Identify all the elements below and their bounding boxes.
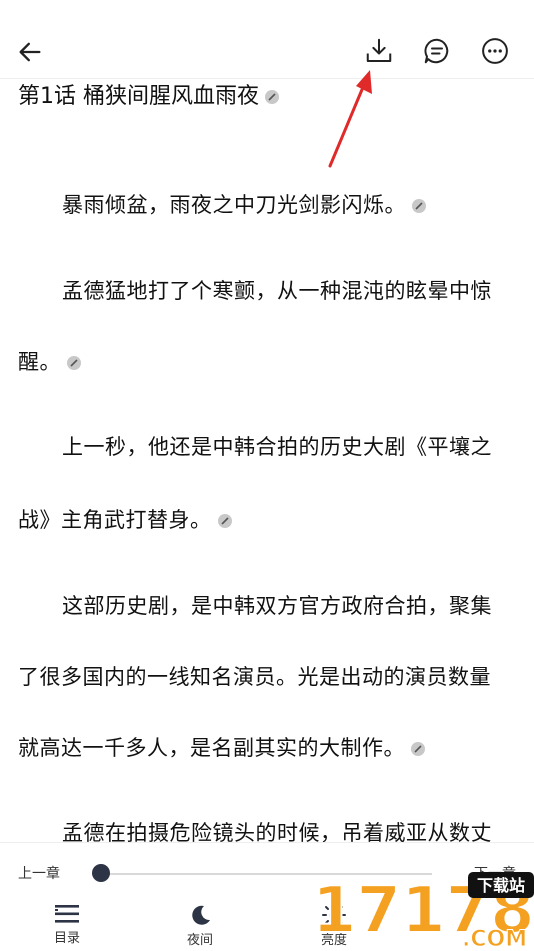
comment-icon[interactable] (422, 36, 452, 66)
chapter-progress-thumb[interactable] (92, 864, 110, 882)
paragraph-line: 孟德在拍摄危险镜头的时候，吊着威亚从数丈 (62, 821, 492, 842)
edit-pencil-icon[interactable] (217, 514, 232, 528)
download-icon[interactable] (364, 36, 394, 66)
prev-chapter-button[interactable]: 上一章 (18, 863, 60, 883)
edit-pencil-icon[interactable] (411, 742, 425, 756)
paragraph-line: 战》主角武打替身。 (18, 505, 232, 535)
paragraph-line: 醒。 (18, 347, 81, 377)
chapter-title: 第1话 桶狭间腥风血雨夜 (18, 82, 279, 112)
back-arrow-icon[interactable] (16, 38, 44, 66)
moon-icon (192, 905, 210, 925)
edit-pencil-icon[interactable] (265, 90, 279, 104)
paragraph-line: 上一秒，他还是中韩合拍的历史大剧《平壤之 (62, 435, 492, 459)
menu-list-icon (55, 905, 79, 923)
edit-pencil-icon[interactable] (412, 199, 426, 213)
paragraph-line: 这部历史剧，是中韩双方官方政府合拍，聚集 (62, 594, 492, 618)
reading-content: 第1话 桶狭间腥风血雨夜 暴雨倾盆，雨夜之中刀光剑影闪烁。 孟德猛地打了个寒颤，… (0, 78, 534, 842)
tab-toc-label: 目录 (53, 931, 80, 946)
paragraph-line: 了很多国内的一线知名演员。光是出动的演员数量 (18, 665, 491, 689)
tab-toc[interactable]: 目录 (27, 903, 107, 946)
paragraph-line: 孟德猛地打了个寒颤，从一种混沌的眩晕中惊 (62, 279, 492, 303)
top-toolbar (0, 0, 534, 79)
tab-night-label: 夜间 (186, 933, 213, 948)
watermark-badge-text: 下载站 (477, 876, 525, 895)
edit-pencil-icon[interactable] (67, 356, 81, 370)
tab-night[interactable]: 夜间 (160, 903, 240, 948)
paragraph-line: 暴雨倾盆，雨夜之中刀光剑影闪烁。 (62, 190, 426, 220)
watermark-logo: 17178 下载站 .COM (312, 872, 534, 950)
watermark-domain-text: .COM (462, 927, 527, 950)
paragraph-line: 就高达一千多人，是名副其实的大制作。 (18, 733, 425, 763)
more-icon[interactable] (480, 36, 510, 66)
